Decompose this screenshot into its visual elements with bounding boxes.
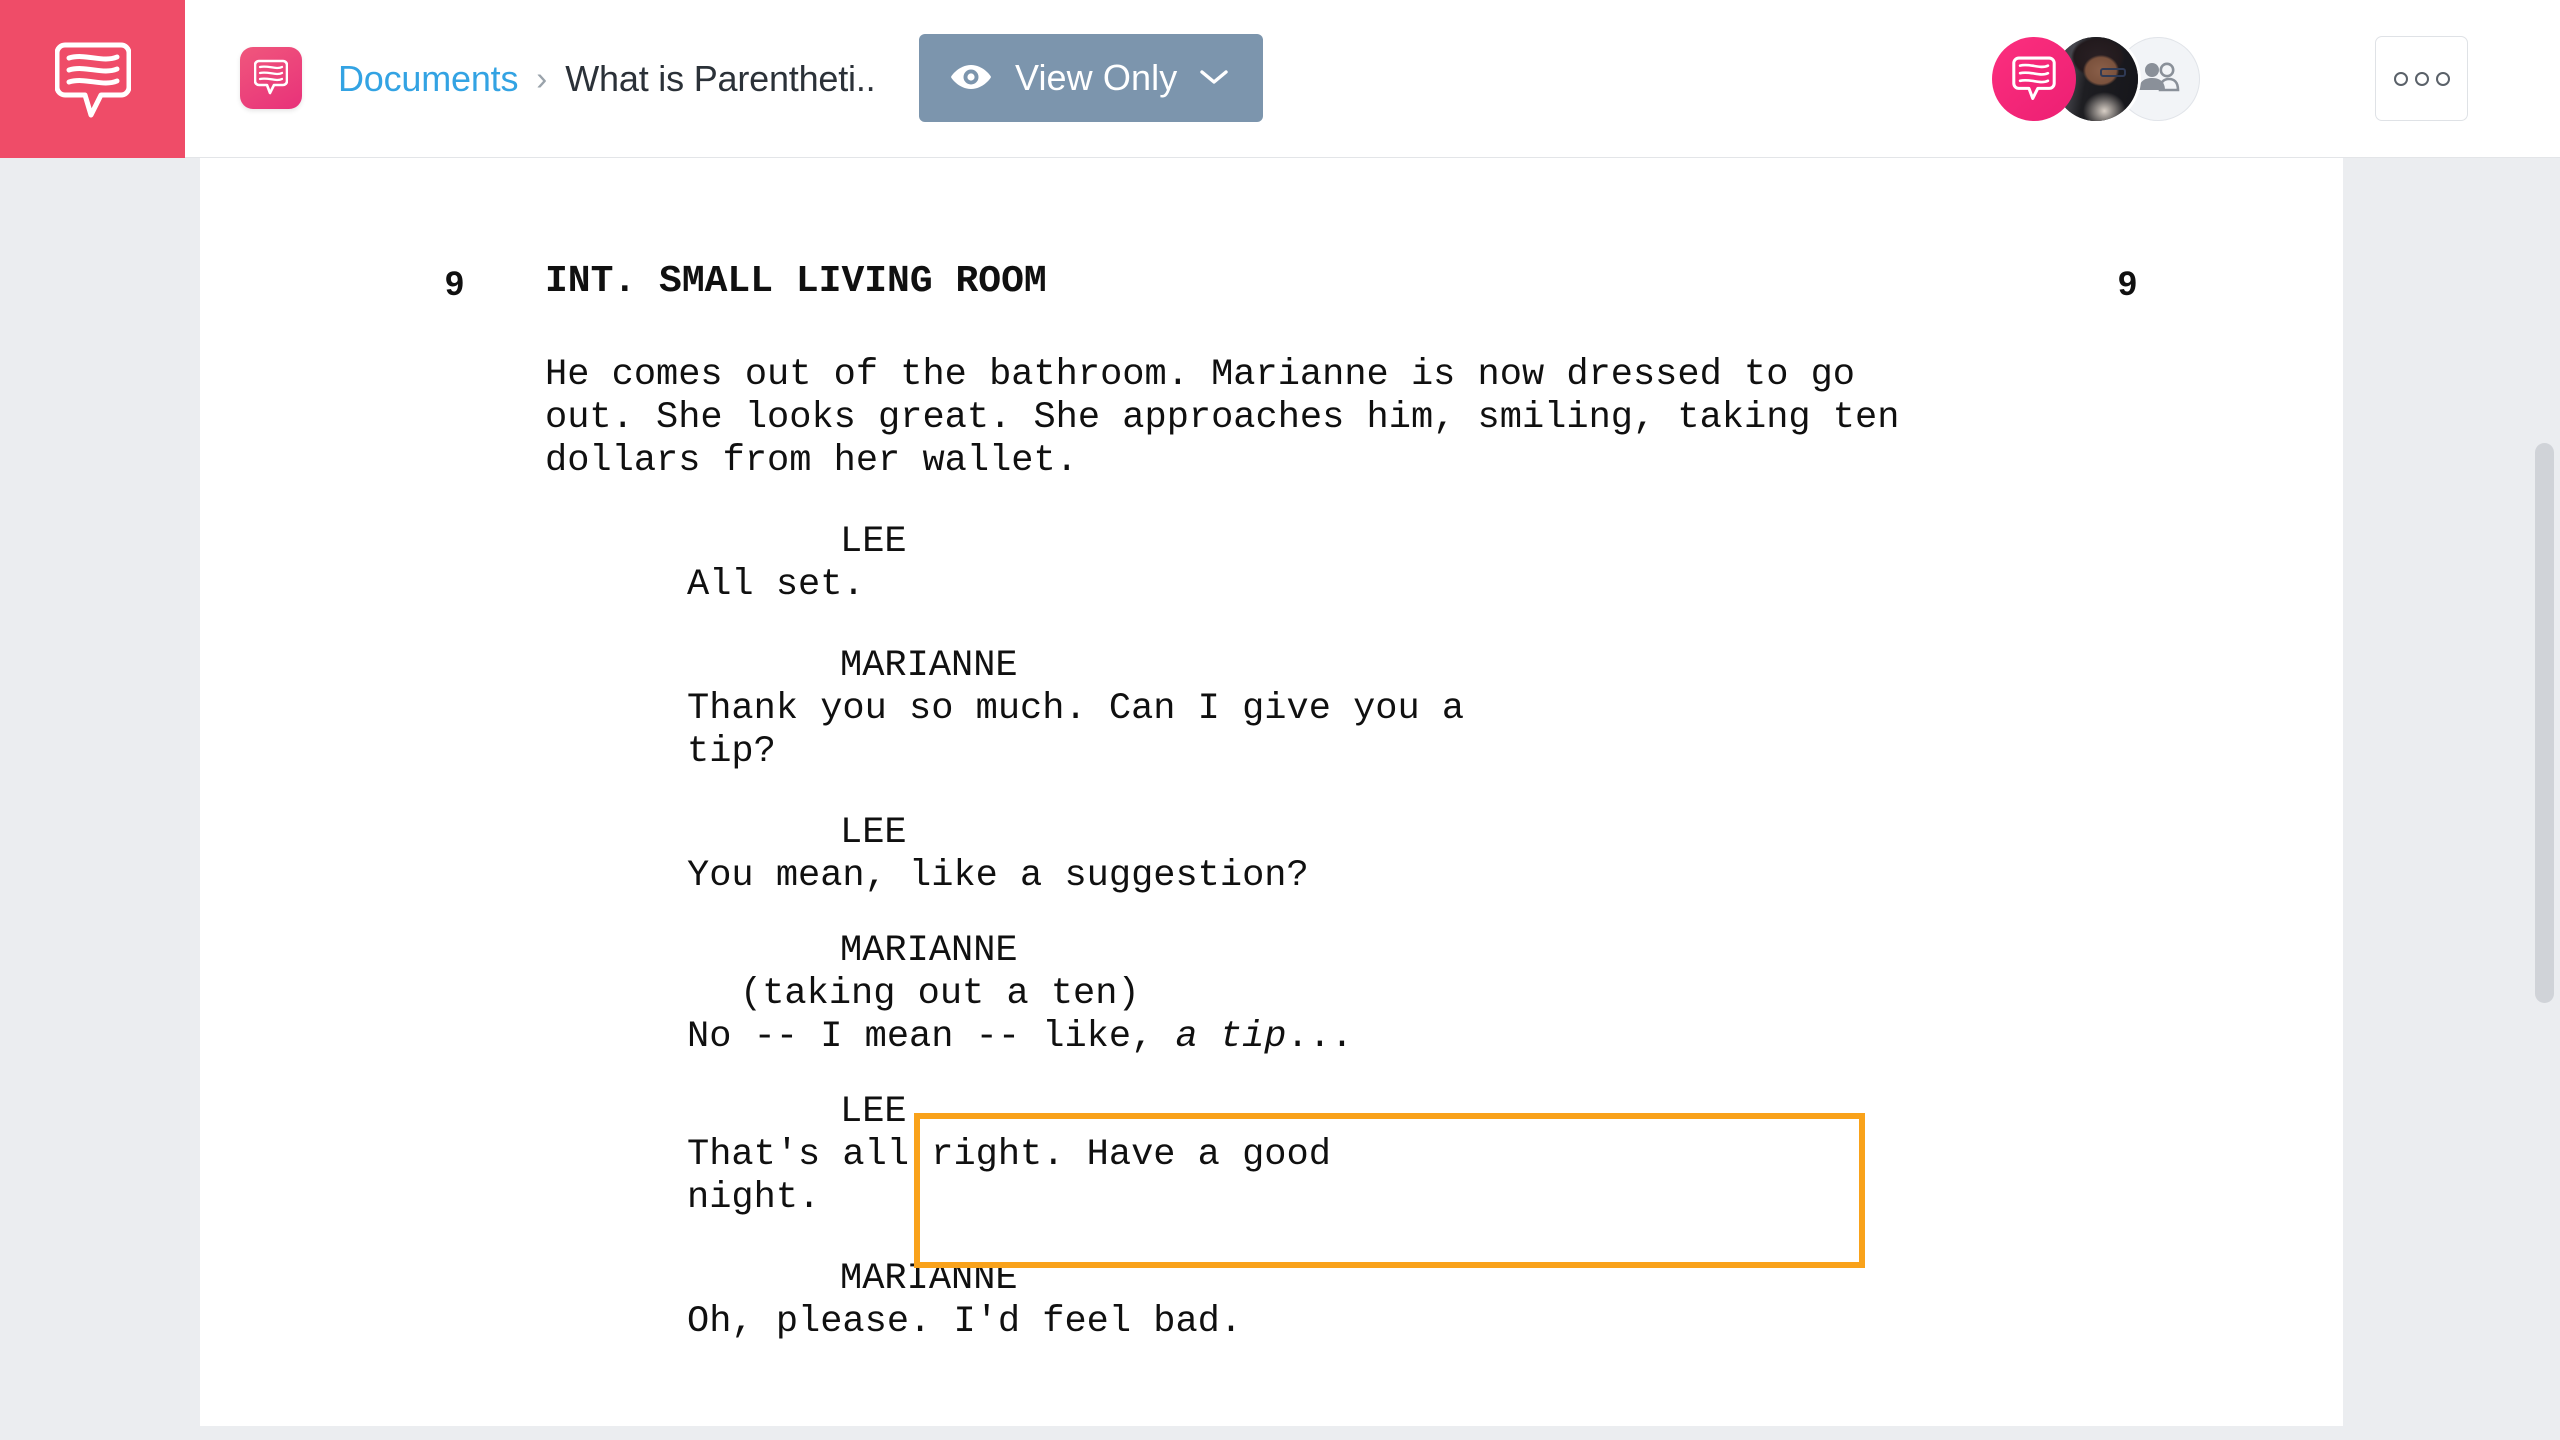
character-name: LEE xyxy=(840,1091,907,1133)
avatar-stack xyxy=(1992,37,2200,121)
breadcrumb-doc-icon[interactable] xyxy=(240,47,302,109)
view-only-button[interactable]: View Only xyxy=(919,34,1264,122)
breadcrumb-separator-icon: › xyxy=(536,60,548,97)
dialogue-block-lee-3[interactable]: LEE That's all right. Have a good night. xyxy=(200,1091,2343,1220)
view-only-label: View Only xyxy=(1015,57,1178,98)
dialogue-part-plain-2: ... xyxy=(1286,1016,1354,1058)
character-name: LEE xyxy=(840,521,907,563)
speech-bubble-logo-icon xyxy=(54,37,131,121)
app-window: Documents › What is Parentheti.. View On… xyxy=(0,0,2560,1440)
dialogue-text: That's all right. Have a good night. xyxy=(687,1134,1331,1219)
dialogue-block-marianne-1[interactable]: MARIANNE Thank you so much. Can I give y… xyxy=(200,645,2343,774)
eye-icon xyxy=(949,62,993,95)
vertical-scrollbar-thumb[interactable] xyxy=(2535,443,2554,1003)
parenthetical-text: (taking out a ten) xyxy=(740,973,1140,1015)
speech-bubble-icon xyxy=(253,57,289,100)
breadcrumb: Documents › What is Parentheti.. xyxy=(338,48,876,110)
dialogue-text: Thank you so much. Can I give you a tip? xyxy=(687,688,1465,773)
document-scroll-area[interactable]: 9 INT. SMALL LIVING ROOM 9 He comes out … xyxy=(0,158,2560,1440)
speech-bubble-icon xyxy=(2012,53,2056,106)
app-logo-tile[interactable] xyxy=(0,0,185,158)
dialogue-part-italic: a tip xyxy=(1175,1016,1287,1058)
script-page: 9 INT. SMALL LIVING ROOM 9 He comes out … xyxy=(200,158,2343,1426)
screenplay-content: 9 INT. SMALL LIVING ROOM 9 He comes out … xyxy=(200,158,2343,1344)
more-options-button[interactable] xyxy=(2375,36,2468,121)
dialogue-text: All set. xyxy=(687,564,865,606)
more-dot-3-icon xyxy=(2435,71,2450,86)
app-avatar[interactable] xyxy=(1992,37,2076,121)
scene-heading-text[interactable]: INT. SMALL LIVING ROOM xyxy=(545,260,1047,303)
glasses-detail xyxy=(2100,68,2126,77)
scene-number-left: 9 xyxy=(445,265,464,303)
dialogue-text: Oh, please. I'd feel bad. xyxy=(687,1301,1243,1343)
dialogue-block-marianne-2-highlighted[interactable]: MARIANNE (taking out a ten) No -- I mean… xyxy=(200,930,2343,1059)
breadcrumb-documents-link[interactable]: Documents xyxy=(338,58,518,100)
more-dot-2-icon xyxy=(2414,71,2429,86)
action-paragraph[interactable]: He comes out of the bathroom. Marianne i… xyxy=(200,354,2343,483)
vertical-scrollbar-track[interactable] xyxy=(2530,158,2560,1440)
scene-heading-row: 9 INT. SMALL LIVING ROOM 9 xyxy=(200,260,2343,309)
more-dot-1-icon xyxy=(2393,71,2408,86)
breadcrumb-current-document[interactable]: What is Parentheti.. xyxy=(565,58,875,100)
dialogue-block-marianne-3[interactable]: MARIANNE Oh, please. I'd feel bad. xyxy=(200,1258,2343,1344)
character-name: MARIANNE xyxy=(840,930,1018,972)
dialogue-part-plain-1: No -- I mean -- like, xyxy=(687,1016,1176,1058)
scene-number-right: 9 xyxy=(2118,265,2137,303)
dialogue-block-lee-2[interactable]: LEE You mean, like a suggestion? xyxy=(200,812,2343,898)
top-header-bar: Documents › What is Parentheti.. View On… xyxy=(0,0,2560,158)
character-name: MARIANNE xyxy=(840,1258,1018,1300)
character-name: MARIANNE xyxy=(840,645,1018,687)
dialogue-block-lee-1[interactable]: LEE All set. xyxy=(200,521,2343,607)
character-name: LEE xyxy=(840,812,907,854)
chevron-down-icon xyxy=(1199,68,1229,89)
dialogue-text: No -- I mean -- like, a tip... xyxy=(545,1016,1545,1059)
dialogue-text: You mean, like a suggestion? xyxy=(687,855,1309,897)
people-icon xyxy=(2136,60,2180,99)
